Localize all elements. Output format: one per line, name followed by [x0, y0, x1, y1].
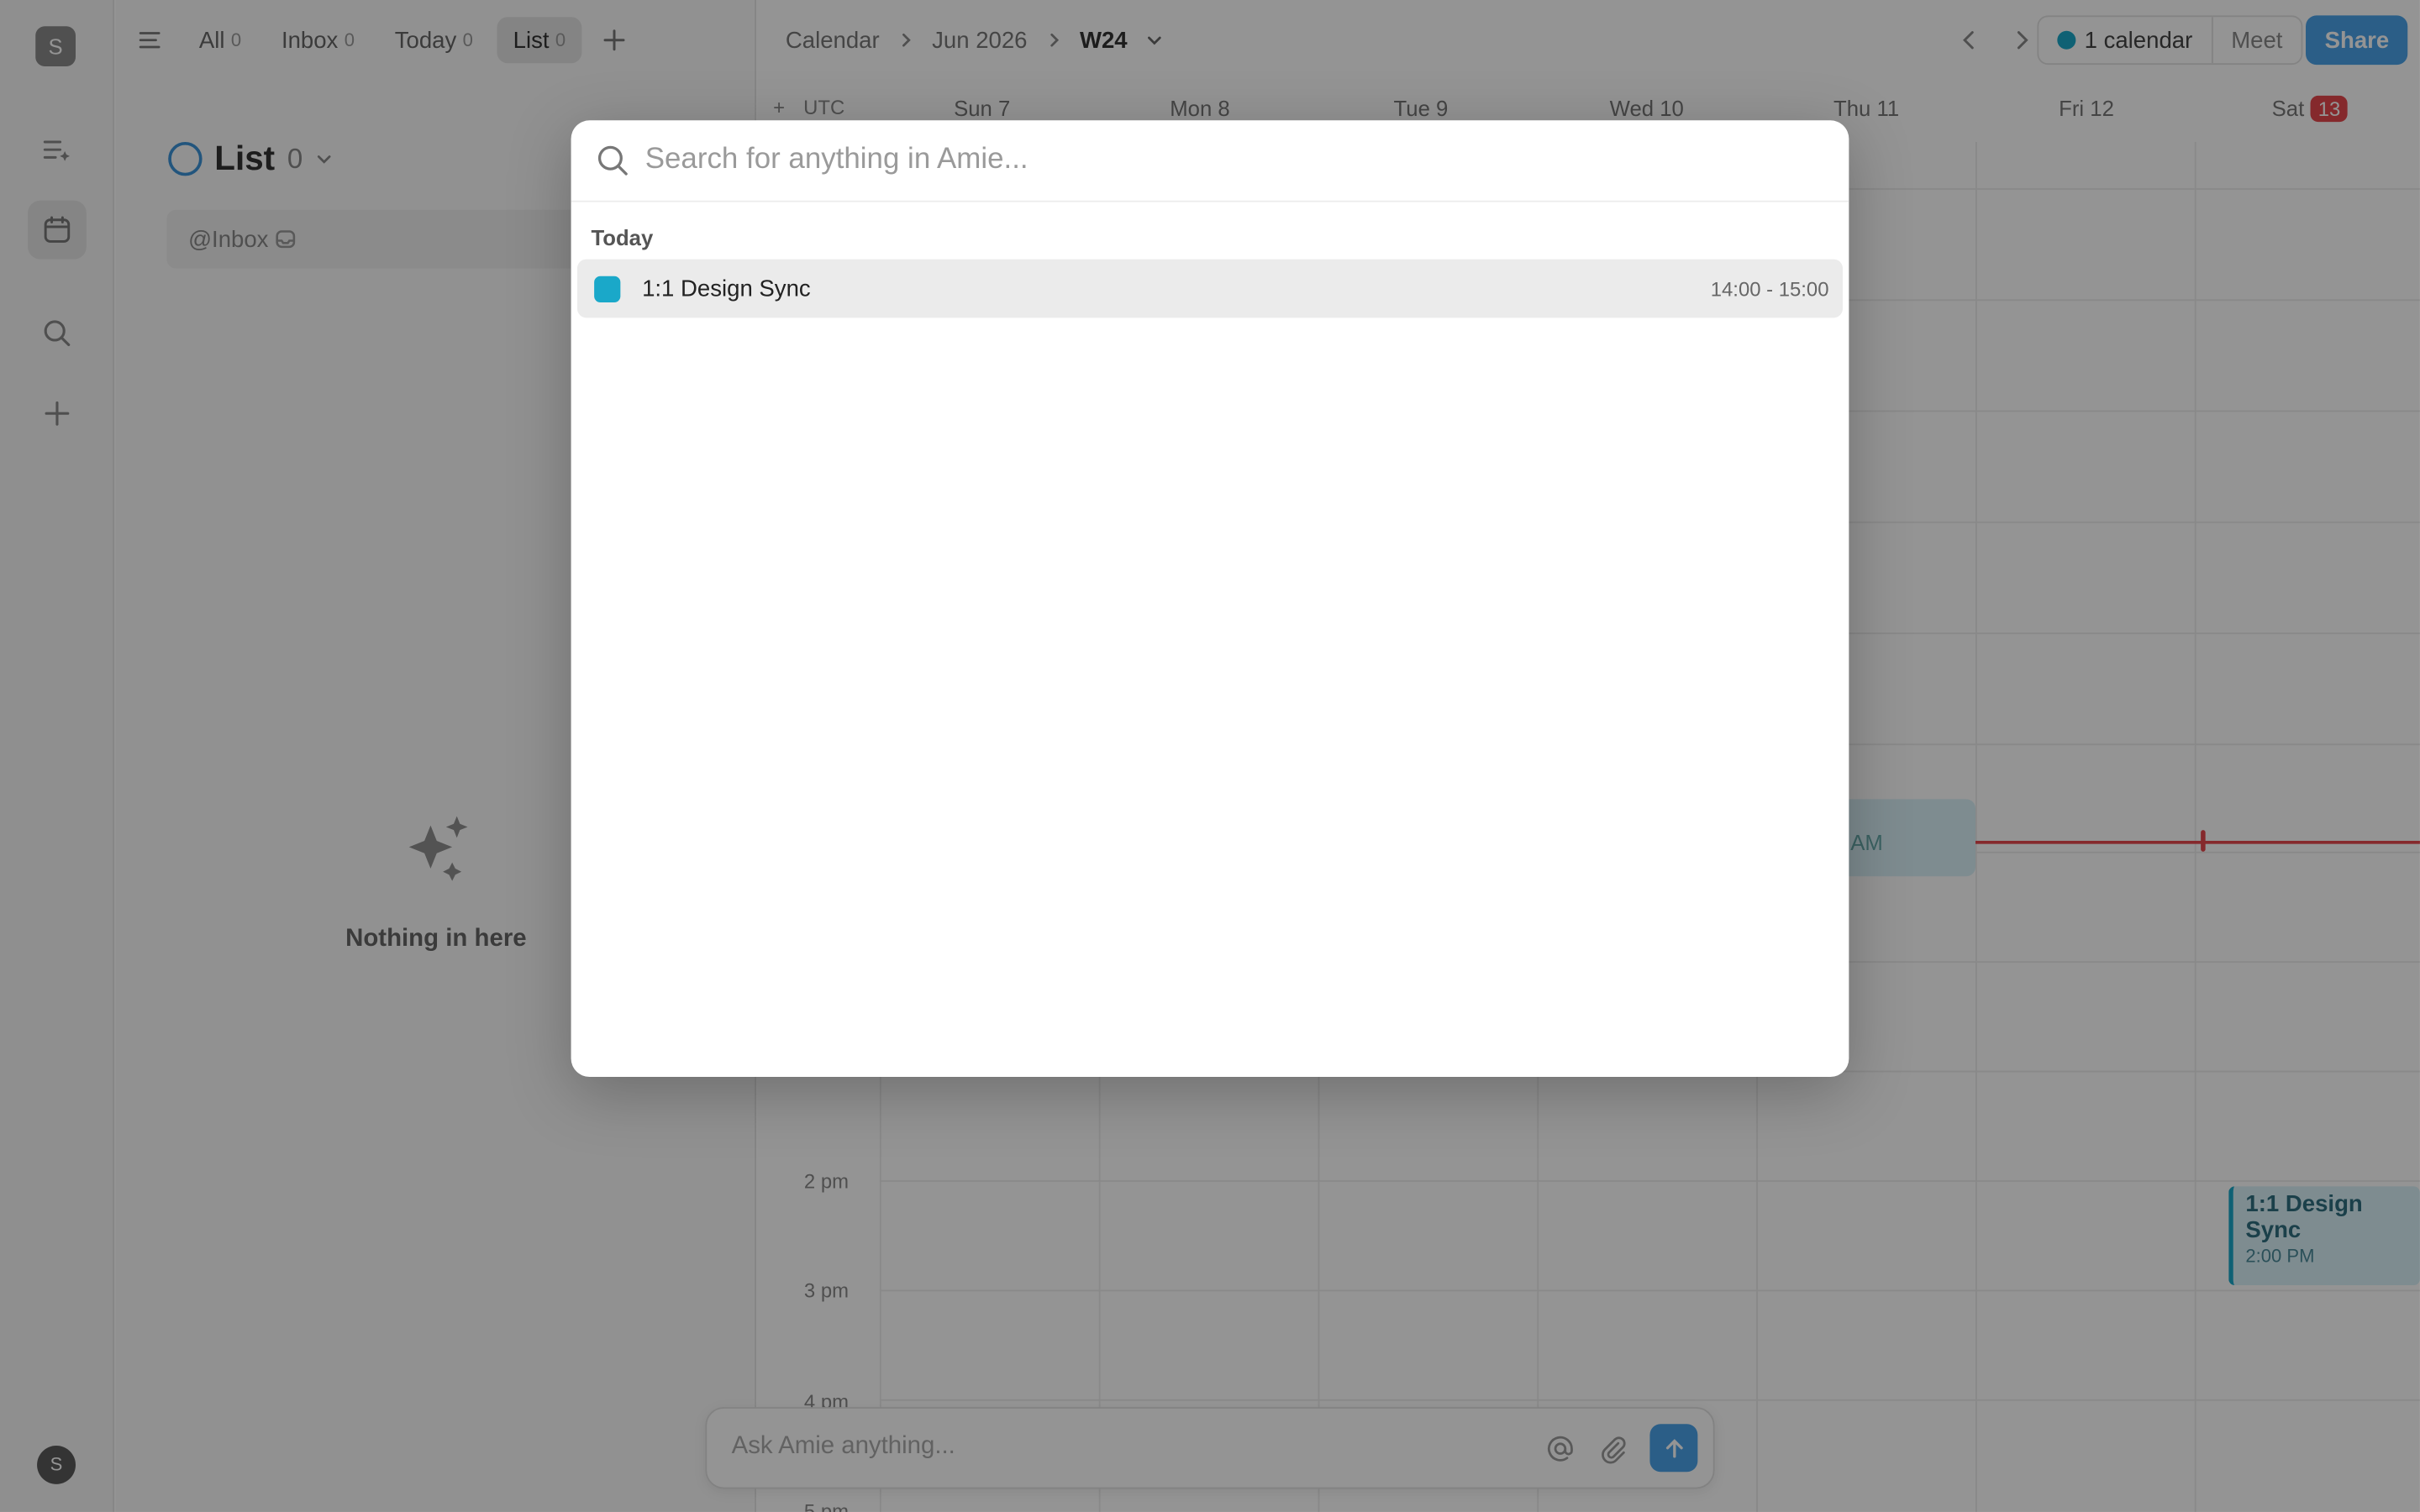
results-section-label: Today: [591, 225, 654, 250]
search-icon: [597, 145, 628, 176]
search-modal: Today 1:1 Design Sync 14:00 - 15:00: [571, 120, 1849, 1078]
search-row: [571, 120, 1849, 202]
search-input[interactable]: [644, 143, 1818, 178]
search-result-item[interactable]: 1:1 Design Sync 14:00 - 15:00: [576, 259, 1844, 318]
event-color-swatch: [594, 275, 621, 302]
result-title: 1:1 Design Sync: [642, 275, 811, 302]
result-time: 14:00 - 15:00: [1710, 276, 1829, 301]
app-window: S S All 0 Inbox 0 Today 0 List 0 List 0 …: [0, 0, 2420, 1512]
